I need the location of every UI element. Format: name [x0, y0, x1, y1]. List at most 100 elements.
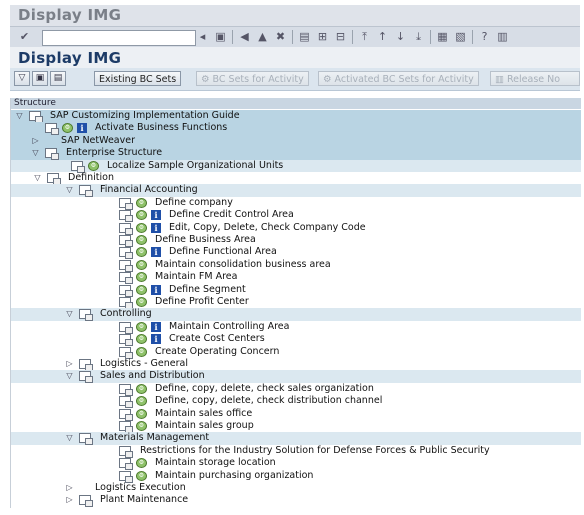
tree-node[interactable]: ⚙ Define Profit Center [11, 296, 581, 309]
tree-node[interactable]: ▷ Logistics Execution [11, 482, 581, 494]
existing-bc-sets-button[interactable]: Existing BC Sets [94, 71, 182, 86]
execute-activity-icon[interactable]: ⚙ [136, 346, 147, 357]
documentation-icon[interactable] [79, 433, 93, 446]
tree-node[interactable]: ▽ Financial Accounting [11, 184, 581, 198]
documentation-icon[interactable] [79, 371, 93, 384]
tree-node[interactable]: ▽ Controlling [11, 308, 581, 322]
documentation-icon[interactable] [119, 383, 133, 396]
execute-activity-icon[interactable]: ⚙ [136, 408, 147, 419]
execute-activity-icon[interactable]: ⚙ [136, 421, 147, 431]
expand-node-icon[interactable]: ▷ [65, 482, 74, 494]
tree-node[interactable]: Restrictions for the Industry Solution f… [11, 445, 581, 458]
print-icon[interactable]: ▤ [298, 30, 311, 43]
documentation-icon[interactable] [79, 309, 93, 322]
execute-activity-icon[interactable]: ⚙ [136, 284, 147, 295]
release-notes-button[interactable]: ▥ Release No [490, 71, 580, 86]
expand-node-icon[interactable]: ▷ [31, 135, 40, 147]
documentation-icon[interactable] [119, 284, 133, 297]
documentation-icon[interactable] [119, 458, 133, 471]
create-session-icon[interactable]: ▦ [436, 30, 449, 43]
release-info-icon[interactable]: i [151, 222, 161, 233]
execute-activity-icon[interactable]: ⚙ [136, 470, 147, 481]
documentation-icon[interactable] [79, 185, 93, 198]
execute-activity-icon[interactable]: ⚙ [136, 297, 147, 307]
execute-activity-icon[interactable]: ⚙ [136, 396, 147, 407]
execute-activity-icon[interactable]: ⚙ [136, 259, 147, 270]
documentation-icon[interactable] [119, 222, 133, 235]
release-info-icon[interactable]: i [77, 123, 87, 134]
collapse-node-icon[interactable]: ▽ [65, 308, 74, 320]
tree-node[interactable]: ⚙ Define, copy, delete, check distributio… [11, 395, 581, 409]
documentation-icon[interactable] [119, 334, 133, 347]
tree-node[interactable]: ⚙ Define Business Area [11, 234, 581, 247]
execute-activity-icon[interactable]: ⚙ [136, 321, 147, 332]
execute-activity-icon[interactable]: ⚙ [136, 210, 147, 221]
documentation-icon[interactable] [119, 272, 133, 285]
collapse-node-icon[interactable]: ▽ [65, 432, 74, 444]
tree-node[interactable]: ⚙ i Define Functional Area [11, 246, 581, 260]
collapse-node-icon[interactable]: ▽ [65, 184, 74, 196]
release-info-icon[interactable]: i [151, 321, 161, 332]
execute-activity-icon[interactable]: ⚙ [136, 235, 147, 245]
activated-bc-sets-button[interactable]: ⚙ Activated BC Sets for Activity [318, 71, 479, 86]
expand-node-icon[interactable]: ▷ [65, 494, 74, 506]
documentation-icon[interactable] [119, 470, 133, 483]
documentation-icon[interactable] [119, 321, 133, 334]
tree-node[interactable]: ⚙ i Define Segment [11, 284, 581, 297]
documentation-icon[interactable] [119, 210, 133, 223]
execute-activity-icon[interactable]: ⚙ [136, 383, 147, 394]
release-info-icon[interactable]: i [151, 210, 161, 221]
collapse-node-icon[interactable]: ▽ [33, 172, 42, 184]
expand-subtree-icon[interactable]: ▽ [14, 71, 30, 86]
release-info-icon[interactable]: i [151, 334, 161, 345]
tree-node[interactable]: ⚙ Maintain storage location [11, 457, 581, 471]
last-page-icon[interactable]: ⤓ [412, 30, 425, 43]
documentation-icon[interactable] [45, 123, 59, 136]
release-info-icon[interactable]: i [151, 247, 161, 258]
tree-node[interactable]: ▷ SAP NetWeaver [11, 134, 581, 148]
tree-node[interactable]: ⚙ Maintain sales group [11, 420, 581, 433]
tree-node[interactable]: ⚙ Maintain FM Area [11, 271, 581, 285]
documentation-icon[interactable] [119, 408, 133, 421]
tree-node[interactable]: ⚙ Maintain consolidation business area [11, 259, 581, 272]
command-field[interactable] [42, 30, 196, 46]
documentation-icon[interactable] [29, 111, 43, 123]
tree-node[interactable]: ▽ Materials Management [11, 432, 581, 446]
next-page-icon[interactable]: ↓ [394, 30, 407, 43]
documentation-icon[interactable] [79, 495, 93, 508]
find-icon[interactable]: ⊞ [316, 30, 329, 43]
tree-node[interactable]: ⚙ Maintain sales office [11, 408, 581, 421]
command-history-icon[interactable]: ◂ [196, 30, 209, 43]
tree-node[interactable]: ▷ Logistics - General [11, 358, 581, 371]
cancel-icon[interactable]: ✖ [274, 30, 287, 43]
documentation-icon[interactable] [119, 259, 133, 272]
back-icon[interactable]: ◀ [238, 30, 251, 43]
documentation-icon[interactable]: ▣ [32, 71, 48, 86]
tree-node[interactable]: ⚙ i Edit, Copy, Delete, Check Company Code [11, 222, 581, 235]
tree-node[interactable]: ▽ Sales and Distribution [11, 370, 581, 384]
tree-node[interactable]: ⚙ Define company [11, 197, 581, 210]
tree-node[interactable]: ▷ Plant Maintenance [11, 494, 581, 508]
tree-node[interactable]: ⚙ i Maintain Controlling Area [11, 321, 581, 334]
tree-node[interactable]: ▽ Enterprise Structure [11, 147, 581, 161]
bc-sets-for-activity-button[interactable]: ⚙ BC Sets for Activity [196, 71, 309, 86]
previous-page-icon[interactable]: ↑ [376, 30, 389, 43]
collapse-node-icon[interactable]: ▽ [31, 147, 40, 159]
execute-activity-icon[interactable]: ⚙ [136, 458, 147, 469]
tree-node[interactable]: ▽ Definition [11, 172, 581, 185]
tree-node[interactable]: ⚙ i Activate Business Functions [11, 122, 581, 136]
enter-icon[interactable]: ✔ [18, 30, 31, 43]
tree-node[interactable]: ⚙ Maintain purchasing organization [11, 470, 581, 483]
execute-activity-icon[interactable]: ⚙ [62, 123, 73, 134]
tree-node[interactable]: ⚙ i Define Credit Control Area [11, 209, 581, 223]
tree-node[interactable]: ⚙ Create Operating Concern [11, 346, 581, 359]
execute-activity-icon[interactable]: ⚙ [136, 222, 147, 233]
tree-node[interactable]: ⚙ i Create Cost Centers [11, 333, 581, 347]
shortcut-icon[interactable]: ▧ [454, 30, 467, 43]
documentation-icon[interactable] [119, 421, 133, 433]
documentation-icon[interactable] [119, 197, 133, 210]
documentation-icon[interactable] [119, 297, 133, 309]
help-icon[interactable]: ? [478, 30, 491, 43]
save-icon[interactable]: ▣ [214, 30, 227, 43]
documentation-icon[interactable] [119, 396, 133, 409]
